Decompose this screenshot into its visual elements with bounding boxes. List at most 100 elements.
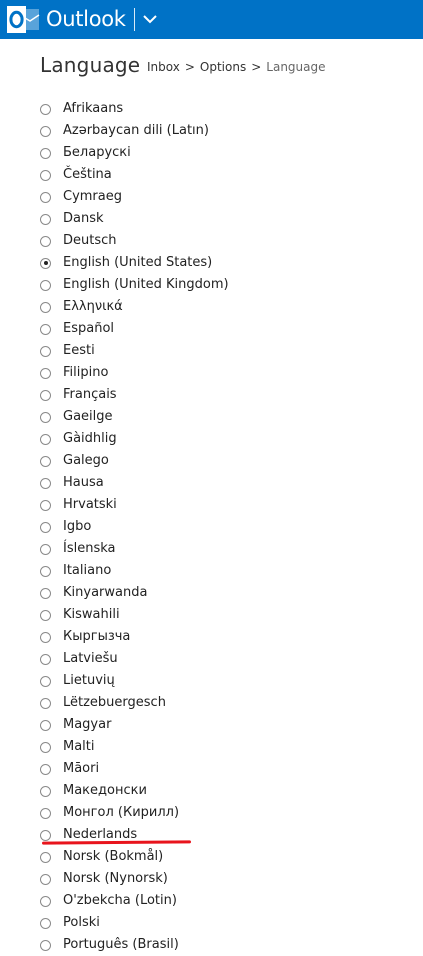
radio-button[interactable]: [40, 455, 51, 467]
language-option[interactable]: Kinyarwanda: [40, 582, 229, 604]
app-name[interactable]: Outlook: [46, 5, 126, 33]
language-option[interactable]: Gàidhlig: [40, 428, 229, 450]
language-label[interactable]: Ελληνικά: [63, 298, 123, 316]
language-label[interactable]: Čeština: [63, 166, 112, 184]
radio-button[interactable]: [40, 477, 51, 489]
radio-button[interactable]: [40, 103, 51, 115]
radio-button[interactable]: [40, 785, 51, 797]
language-label[interactable]: Cymraeg: [63, 188, 122, 206]
radio-button[interactable]: [40, 587, 51, 599]
radio-button[interactable]: [40, 147, 51, 159]
language-label[interactable]: Português (Brasil): [63, 936, 179, 954]
radio-button[interactable]: [40, 653, 51, 665]
language-label[interactable]: Español: [63, 320, 114, 338]
radio-button[interactable]: [40, 917, 51, 929]
language-label[interactable]: Afrikaans: [63, 100, 123, 118]
language-option[interactable]: Magyar: [40, 714, 229, 736]
radio-button[interactable]: [40, 763, 51, 775]
language-label[interactable]: Malti: [63, 738, 95, 756]
radio-button[interactable]: [40, 367, 51, 379]
language-option[interactable]: Lietuvių: [40, 670, 229, 692]
language-label[interactable]: Lietuvių: [63, 672, 115, 690]
language-option[interactable]: English (United States): [40, 252, 229, 274]
language-label[interactable]: Hausa: [63, 474, 104, 492]
language-option[interactable]: Italiano: [40, 560, 229, 582]
radio-button[interactable]: [40, 169, 51, 181]
radio-button[interactable]: [40, 235, 51, 247]
language-option[interactable]: Norsk (Bokmål): [40, 846, 229, 868]
radio-button[interactable]: [40, 873, 51, 885]
language-label[interactable]: Кыргызча: [63, 628, 130, 646]
radio-button[interactable]: [40, 301, 51, 313]
radio-button[interactable]: [40, 829, 51, 841]
language-option[interactable]: Kiswahili: [40, 604, 229, 626]
language-option[interactable]: Íslenska: [40, 538, 229, 560]
language-label[interactable]: Eesti: [63, 342, 95, 360]
breadcrumb-inbox-link[interactable]: Inbox: [147, 60, 180, 74]
language-option[interactable]: Македонски: [40, 780, 229, 802]
language-option[interactable]: Français: [40, 384, 229, 406]
language-option[interactable]: Gaeilge: [40, 406, 229, 428]
language-option[interactable]: Galego: [40, 450, 229, 472]
radio-button[interactable]: [40, 389, 51, 401]
language-option[interactable]: Deutsch: [40, 230, 229, 252]
language-label[interactable]: Gàidhlig: [63, 430, 117, 448]
language-option[interactable]: Ελληνικά: [40, 296, 229, 318]
radio-button[interactable]: [40, 279, 51, 291]
radio-button[interactable]: [40, 521, 51, 533]
language-label[interactable]: Polski: [63, 914, 100, 932]
language-label[interactable]: Norsk (Bokmål): [63, 848, 163, 866]
radio-button[interactable]: [40, 125, 51, 137]
radio-button[interactable]: [40, 499, 51, 511]
language-label[interactable]: Latviešu: [63, 650, 118, 668]
radio-button[interactable]: [40, 433, 51, 445]
language-label[interactable]: Hrvatski: [63, 496, 117, 514]
language-label[interactable]: Azərbaycan dili (Latın): [63, 122, 209, 140]
language-option[interactable]: Māori: [40, 758, 229, 780]
language-label[interactable]: Galego: [63, 452, 109, 470]
language-option[interactable]: Malti: [40, 736, 229, 758]
language-option[interactable]: Hrvatski: [40, 494, 229, 516]
language-label[interactable]: Íslenska: [63, 540, 116, 558]
language-option[interactable]: Hausa: [40, 472, 229, 494]
language-label[interactable]: English (United Kingdom): [63, 276, 229, 294]
radio-button[interactable]: [40, 675, 51, 687]
radio-button[interactable]: [40, 895, 51, 907]
language-option[interactable]: Igbo: [40, 516, 229, 538]
radio-button-selected[interactable]: [40, 257, 51, 269]
outlook-logo-icon[interactable]: [6, 6, 40, 33]
language-option[interactable]: Dansk: [40, 208, 229, 230]
language-option[interactable]: Español: [40, 318, 229, 340]
language-label[interactable]: Kiswahili: [63, 606, 120, 624]
radio-button[interactable]: [40, 741, 51, 753]
language-option[interactable]: Filipino: [40, 362, 229, 384]
language-label[interactable]: O'zbekcha (Lotin): [63, 892, 177, 910]
language-option[interactable]: English (United Kingdom): [40, 274, 229, 296]
language-label[interactable]: Deutsch: [63, 232, 117, 250]
radio-button[interactable]: [40, 851, 51, 863]
language-label[interactable]: Italiano: [63, 562, 111, 580]
language-label[interactable]: Māori: [63, 760, 99, 778]
language-option[interactable]: Afrikaans: [40, 98, 229, 120]
language-label[interactable]: Igbo: [63, 518, 91, 536]
radio-button[interactable]: [40, 631, 51, 643]
language-option[interactable]: Cymraeg: [40, 186, 229, 208]
radio-button[interactable]: [40, 807, 51, 819]
language-label[interactable]: Lëtzebuergesch: [63, 694, 166, 712]
breadcrumb-options-link[interactable]: Options: [200, 60, 246, 74]
language-option[interactable]: Монгол (Кирилл): [40, 802, 229, 824]
radio-button[interactable]: [40, 609, 51, 621]
radio-button[interactable]: [40, 191, 51, 203]
language-option[interactable]: Lëtzebuergesch: [40, 692, 229, 714]
language-option[interactable]: Eesti: [40, 340, 229, 362]
language-label[interactable]: Kinyarwanda: [63, 584, 147, 602]
radio-button[interactable]: [40, 543, 51, 555]
radio-button[interactable]: [40, 213, 51, 225]
language-option[interactable]: Беларускі: [40, 142, 229, 164]
radio-button[interactable]: [40, 697, 51, 709]
language-label[interactable]: Filipino: [63, 364, 108, 382]
language-option[interactable]: Čeština: [40, 164, 229, 186]
language-label[interactable]: Македонски: [63, 782, 147, 800]
radio-button[interactable]: [40, 323, 51, 335]
language-label[interactable]: Français: [63, 386, 117, 404]
